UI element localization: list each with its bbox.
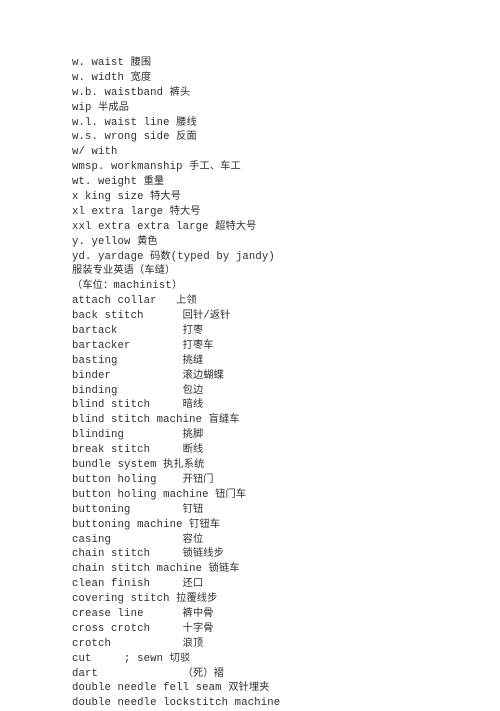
glossary-line: x king size 特大号	[72, 191, 182, 204]
glossary-line: y. yellow 黄色	[72, 235, 158, 248]
glossary-line: casing 容位	[72, 533, 204, 546]
glossary-line: button holing machine 钮门车	[72, 488, 247, 501]
glossary-line: binder 滚边蝴蝶	[72, 369, 224, 382]
chinese-translation: ）	[171, 280, 183, 292]
glossary-line: w. width 宽度	[72, 71, 152, 84]
glossary-line: w.l. waist line 腰线	[72, 116, 197, 129]
chinese-translation: 重量	[143, 176, 165, 188]
chinese-translation: 十字骨	[182, 622, 214, 634]
chinese-translation: 半成品	[98, 101, 130, 113]
glossary-line: crease line 裤中骨	[72, 607, 214, 620]
chinese-translation: 黄色	[137, 235, 158, 247]
chinese-translation: 容位	[182, 533, 204, 545]
chinese-translation: 打枣	[182, 325, 204, 337]
glossary-line: w.b. waistband 裤头	[72, 86, 191, 99]
chinese-translation: 宽度	[130, 71, 152, 83]
glossary-line: wmsp. workmanship 手工、车工	[72, 161, 241, 174]
chinese-translation: 钉钮	[182, 503, 204, 515]
glossary-line: button holing 开钮门	[72, 473, 214, 486]
glossary-line: break stitch 断线	[72, 444, 204, 457]
glossary-line: chain stitch 锁链线步	[72, 548, 224, 561]
glossary-line: double needle fell seam 双针埋夹	[72, 682, 270, 695]
glossary-line: xl extra large 特大号	[72, 205, 201, 218]
glossary-line: bundle system 执扎系统	[72, 459, 205, 472]
chinese-translation: 切驳	[169, 652, 191, 664]
glossary-line: binding 包边	[72, 384, 204, 397]
chinese-translation: 拉覆线步	[176, 593, 218, 605]
glossary-line: w. waist 腰围	[72, 57, 152, 69]
glossary-line: w/ with	[72, 146, 118, 159]
glossary-line: basting 挑缝	[72, 354, 204, 367]
chinese-translation: 超特大号	[215, 220, 257, 232]
glossary-line: buttoning machine 钉钮车	[72, 518, 221, 531]
chinese-translation: 包边	[182, 384, 204, 396]
chinese-translation: 特大号	[169, 205, 201, 217]
chinese-translation: 手工、车工	[189, 161, 241, 173]
chinese-translation: 回针	[182, 310, 204, 322]
glossary-text-block: w. waist 腰围 w. width 宽度 w.b. waistband 裤头 w…	[0, 56, 500, 711]
document-page: w. waist 腰围 w. width 宽度 w.b. waistband 裤头 w…	[0, 0, 500, 709]
glossary-line: yd. yardage 码数(typed by jandy)	[72, 250, 275, 263]
chinese-translation: 裤头	[169, 86, 191, 98]
chinese-translation: 上领	[176, 295, 197, 307]
chinese-translation: 锁链线步	[182, 548, 224, 560]
glossary-line: cut ; sewn 切驳	[72, 652, 191, 665]
chinese-translation: 反面	[176, 131, 197, 143]
glossary-line: chain stitch machine 锁链车	[72, 563, 240, 576]
chinese-translation: 挑缝	[182, 354, 204, 366]
chinese-translation: 钮门车	[215, 488, 247, 500]
glossary-line: buttoning 钉钮	[72, 503, 204, 516]
chinese-translation: 还口	[182, 578, 204, 590]
chinese-translation: 开钮门	[182, 473, 214, 485]
chinese-translation: 盲缝车	[208, 414, 240, 426]
chinese-translation: 挑脚	[182, 429, 204, 441]
chinese-translation: 钉钮车	[189, 518, 221, 530]
glossary-line: （车位：machinist）	[72, 280, 183, 293]
glossary-line: bartacker 打枣车	[72, 339, 214, 352]
chinese-translation: 断线	[182, 444, 204, 456]
chinese-translation: 返针	[209, 310, 231, 322]
glossary-line: attach collar 上领	[72, 295, 197, 308]
glossary-line: clean finish 还口	[72, 578, 204, 591]
glossary-line: xxl extra extra large 超特大号	[72, 220, 257, 233]
glossary-line: blind stitch machine 盲缝车	[72, 414, 240, 427]
chinese-translation: 锁链车	[208, 563, 240, 575]
glossary-line: crotch 浪顶	[72, 637, 204, 650]
chinese-translation: 特大号	[150, 191, 182, 203]
chinese-translation: 服装专业英语（车缝）	[72, 265, 176, 277]
glossary-line: dart （死）褶	[72, 667, 224, 680]
glossary-line: back stitch 回针/返针	[72, 310, 231, 323]
chinese-translation: （死）褶	[182, 667, 224, 679]
chinese-translation: 腰围	[130, 57, 152, 68]
glossary-line: covering stitch 拉覆线步	[72, 593, 218, 606]
glossary-line: cross crotch 十字骨	[72, 622, 214, 635]
chinese-translation: 双针埋夹	[228, 682, 270, 694]
chinese-translation: 暗线	[182, 399, 204, 411]
glossary-line: w.s. wrong side 反面	[72, 131, 197, 144]
glossary-line: double needle lockstitch machine	[72, 697, 281, 710]
glossary-line: wt. weight 重量	[72, 176, 165, 189]
chinese-translation: 浪顶	[182, 637, 204, 649]
glossary-line: 服装专业英语（车缝）	[0, 264, 500, 279]
glossary-line: blind stitch 暗线	[72, 399, 204, 412]
chinese-translation: 滚边蝴蝶	[182, 369, 224, 381]
chinese-translation: 打枣车	[182, 339, 214, 351]
glossary-line: wip 半成品	[72, 101, 130, 114]
chinese-translation: 裤中骨	[182, 607, 214, 619]
chinese-translation: 腰线	[176, 116, 197, 128]
glossary-line: blinding 挑脚	[72, 429, 204, 442]
chinese-translation: 码数	[150, 250, 171, 262]
chinese-translation: （车位：	[72, 280, 114, 292]
chinese-translation: 执扎系统	[163, 459, 205, 471]
glossary-line: bartack 打枣	[72, 325, 204, 338]
